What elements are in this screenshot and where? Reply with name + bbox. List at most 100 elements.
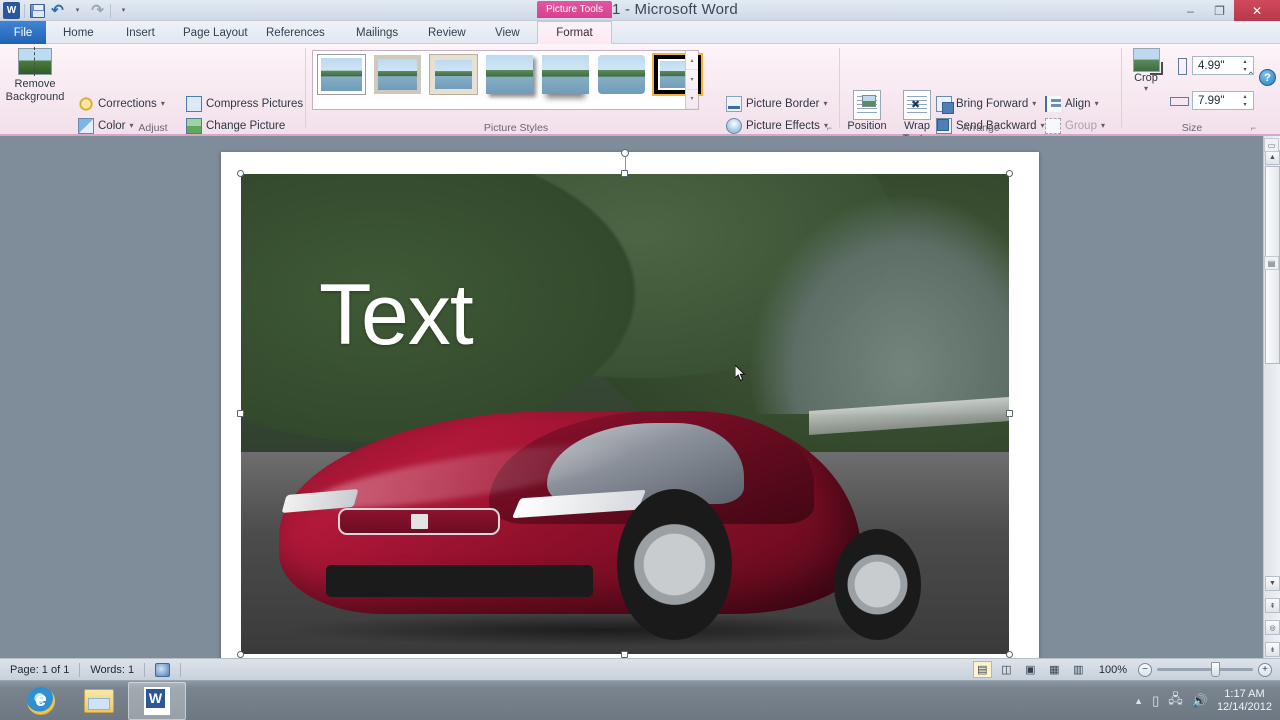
select-browse-object-button[interactable]: ◎ — [1265, 620, 1280, 635]
compress-pictures-button[interactable]: Compress Pictures — [186, 93, 303, 114]
tab-references[interactable]: References — [255, 21, 336, 44]
shape-height-input[interactable]: 4.99" ▴ ▾ — [1192, 56, 1254, 75]
taskbar-item-microsoft-word[interactable] — [128, 681, 186, 720]
show-hidden-icons-icon[interactable]: ▲ — [1134, 696, 1143, 706]
resize-handle-bottom-left[interactable] — [237, 651, 244, 658]
tab-home[interactable]: Home — [52, 21, 105, 44]
bring-forward-button[interactable]: Bring Forward ▾ — [936, 93, 1036, 114]
document-page[interactable]: Text — [221, 149, 1039, 664]
car-front-wheel — [617, 489, 733, 640]
document-map-icon[interactable]: ▤ — [1264, 256, 1279, 270]
crop-button[interactable]: Crop ▾ — [1126, 48, 1166, 93]
web-layout-view-icon[interactable]: ▣ — [1021, 661, 1040, 678]
mouse-cursor — [735, 365, 746, 382]
car-shadow — [292, 613, 915, 647]
resize-handle-top-center[interactable] — [621, 170, 628, 177]
zoom-in-button[interactable]: + — [1258, 662, 1272, 677]
picture-styles-dialog-launcher[interactable]: ⌐ — [827, 123, 832, 133]
shape-height-icon — [1170, 57, 1188, 75]
align-button[interactable]: Align ▾ — [1045, 93, 1099, 114]
ribbon-tab-strip: File Home Insert Page Layout References … — [0, 21, 1280, 44]
zoom-out-button[interactable]: − — [1138, 662, 1152, 677]
picture-border-button[interactable]: Picture Border ▾ — [726, 93, 828, 114]
corrections-dropdown-icon[interactable]: ▾ — [161, 99, 165, 108]
proofing-errors-icon[interactable] — [145, 659, 180, 681]
gallery-scroll-up-icon[interactable]: ▴ — [686, 51, 698, 71]
window-title: Document1 - Microsoft Word — [542, 1, 738, 18]
draft-view-icon[interactable]: ▥ — [1069, 661, 1088, 678]
resize-handle-top-right[interactable] — [1006, 170, 1013, 177]
tab-format[interactable]: Format — [537, 21, 612, 44]
outline-view-icon[interactable]: ▦ — [1045, 661, 1064, 678]
picture-style-5[interactable] — [542, 55, 589, 94]
shape-width-down-icon[interactable]: ▾ — [1243, 101, 1246, 108]
size-group-label: Size — [1181, 122, 1203, 134]
crop-dropdown-icon[interactable]: ▾ — [1144, 84, 1148, 93]
previous-page-button[interactable]: ⇞ — [1265, 598, 1280, 613]
resize-handle-middle-left[interactable] — [237, 410, 244, 417]
taskbar-item-file-explorer[interactable] — [70, 682, 128, 720]
picture-border-dropdown-icon[interactable]: ▾ — [824, 99, 828, 108]
shape-width-spinner[interactable]: ▴ ▾ — [1239, 93, 1251, 108]
volume-icon[interactable]: 🔊 — [1192, 693, 1208, 709]
print-layout-view-icon[interactable]: ▤ — [972, 661, 992, 678]
shape-width-up-icon[interactable]: ▴ — [1243, 93, 1246, 100]
resize-handle-top-left[interactable] — [237, 170, 244, 177]
resize-handle-middle-right[interactable] — [1006, 410, 1013, 417]
flash-drive-icon[interactable]: ▯ — [1152, 693, 1159, 709]
tab-page-layout[interactable]: Page Layout — [172, 21, 259, 44]
picture-style-3[interactable] — [430, 55, 477, 94]
zoom-level-label[interactable]: 100% — [1093, 659, 1133, 681]
gallery-more-icon[interactable]: ▾ — [686, 90, 698, 109]
picture-effects-button[interactable]: Picture Effects ▾ — [726, 115, 828, 136]
zoom-slider-thumb[interactable] — [1211, 662, 1220, 677]
split-document-icon[interactable]: ▭ — [1264, 138, 1279, 152]
tab-review[interactable]: Review — [417, 21, 477, 44]
restore-button[interactable]: ❐ — [1205, 0, 1234, 21]
resize-handle-bottom-right[interactable] — [1006, 651, 1013, 658]
vertical-scrollbar[interactable]: ▲ ▼ ⇞ ◎ ⇟ — [1263, 136, 1280, 658]
remove-background-button[interactable]: Remove Background — [2, 47, 68, 104]
scroll-up-button[interactable]: ▲ — [1265, 150, 1280, 165]
gallery-scroll-down-icon[interactable]: ▾ — [686, 70, 698, 90]
tab-file[interactable]: File — [0, 21, 46, 44]
ribbon-group-adjust: Remove Background Corrections ▾ Color ▾ … — [0, 44, 306, 156]
tab-insert[interactable]: Insert — [115, 21, 166, 44]
page-indicator[interactable]: Page: 1 of 1 — [0, 659, 79, 681]
align-dropdown-icon[interactable]: ▾ — [1095, 99, 1099, 108]
word-count[interactable]: Words: 1 — [80, 659, 144, 681]
resize-handle-bottom-center[interactable] — [621, 651, 628, 658]
help-icon[interactable]: ? — [1259, 69, 1276, 86]
selected-picture-container[interactable]: Text — [237, 149, 1013, 658]
picture-styles-gallery[interactable]: ▴ ▾ ▾ — [312, 50, 703, 110]
network-icon[interactable]: 🖧 — [1168, 690, 1183, 712]
tab-mailings[interactable]: Mailings — [345, 21, 409, 44]
car-body — [279, 411, 861, 614]
picture-image[interactable]: Text — [241, 174, 1009, 654]
scroll-down-button[interactable]: ▼ — [1265, 576, 1280, 591]
bring-forward-dropdown-icon[interactable]: ▾ — [1032, 99, 1036, 108]
picture-style-2[interactable] — [374, 55, 421, 94]
picture-styles-group-label: Picture Styles — [483, 122, 549, 134]
shape-width-input[interactable]: 7.99" ▴ ▾ — [1192, 91, 1254, 110]
picture-style-1[interactable] — [318, 55, 365, 94]
next-page-button[interactable]: ⇟ — [1265, 642, 1280, 657]
zoom-slider[interactable] — [1157, 662, 1253, 677]
size-dialog-launcher[interactable]: ⌐ — [1251, 123, 1256, 133]
collapse-ribbon-icon[interactable]: ⌃ — [1247, 71, 1255, 82]
corrections-button[interactable]: Corrections ▾ — [78, 93, 165, 114]
close-button[interactable]: ✕ — [1234, 0, 1280, 21]
picture-style-6[interactable] — [598, 55, 645, 94]
taskbar-clock[interactable]: 1:17 AM 12/14/2012 — [1217, 688, 1272, 714]
picture-styles-scroll[interactable]: ▴ ▾ ▾ — [685, 51, 698, 109]
full-screen-reading-view-icon[interactable]: ◫ — [997, 661, 1016, 678]
minimize-button[interactable]: – — [1176, 0, 1205, 21]
taskbar-item-internet-explorer[interactable] — [12, 682, 70, 720]
rotation-handle[interactable] — [621, 149, 629, 157]
remove-background-label-1: Remove — [14, 78, 56, 90]
picture-style-4[interactable] — [486, 55, 533, 94]
ribbon-group-picture-styles: ▴ ▾ ▾ Picture Border ▾ Picture Effects ▾… — [306, 44, 840, 156]
bring-forward-icon — [936, 95, 954, 114]
tab-view[interactable]: View — [484, 21, 531, 44]
shape-height-up-icon[interactable]: ▴ — [1243, 58, 1246, 65]
